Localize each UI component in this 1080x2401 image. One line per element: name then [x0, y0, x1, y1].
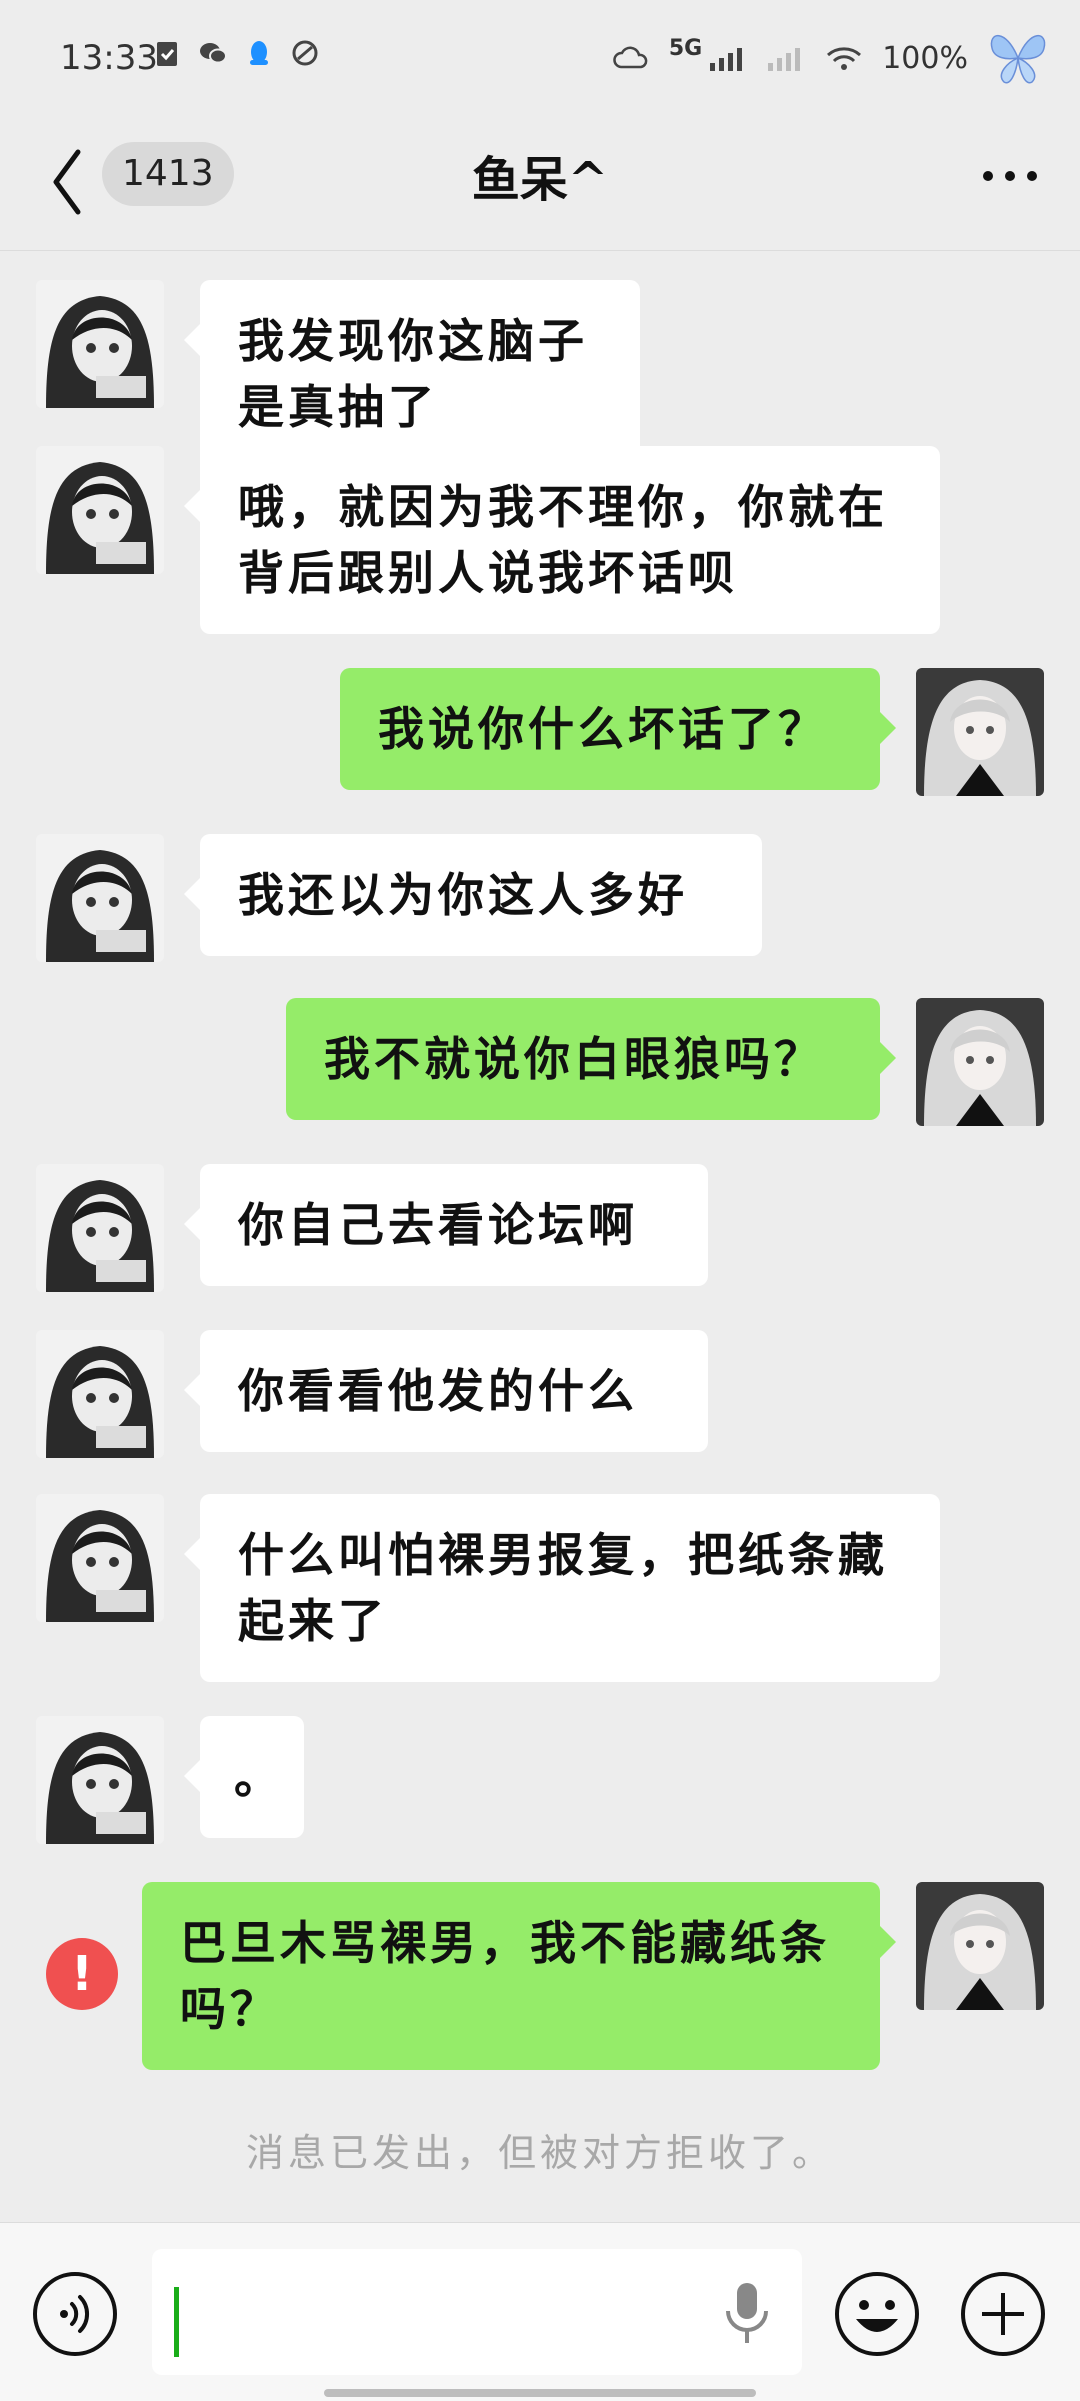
message-input[interactable] [152, 2249, 802, 2375]
message-list[interactable]: 我发现你这脑子是真抽了 哦，就因为我不理你，你就在背后跟别人说我坏话呗 我说你什… [0, 250, 1080, 2220]
voice-mode-icon[interactable] [32, 2271, 118, 2357]
incoming-message-bubble[interactable]: 你看看他发的什么 [184, 1330, 708, 1452]
butterfly-icon [990, 34, 1046, 84]
network-type: 5G [668, 35, 703, 61]
status-time: 13:33 [60, 38, 158, 78]
outgoing-message-bubble[interactable]: 我不就说你白眼狼吗？ [286, 998, 896, 1120]
qq-icon [250, 41, 268, 65]
system-notice: 消息已发出，但被对方拒收了。 [245, 2131, 834, 2175]
my-avatar[interactable] [916, 998, 1044, 1126]
my-avatar[interactable] [916, 668, 1044, 796]
incoming-message-bubble[interactable]: 。 [184, 1716, 304, 1838]
contact-avatar[interactable] [36, 1164, 164, 1292]
battery-level: 100% [882, 40, 968, 76]
chat-header: 1413 鱼呆^ [0, 120, 1080, 251]
status-right: 5G 100% [611, 28, 1050, 88]
chat-title: 鱼呆^ [471, 152, 609, 208]
wechat-icon [200, 43, 227, 64]
plus-icon[interactable] [960, 2271, 1046, 2357]
contact-avatar[interactable] [36, 1494, 164, 1622]
wifi-icon [827, 47, 862, 70]
send-failed-icon[interactable]: ! [46, 1938, 118, 2010]
contact-avatar[interactable] [36, 834, 164, 962]
incoming-message-bubble[interactable]: 哦，就因为我不理你，你就在背后跟别人说我坏话呗 [184, 446, 940, 634]
microphone-icon[interactable] [722, 2279, 772, 2349]
contact-avatar[interactable] [36, 280, 164, 408]
incoming-message-bubble[interactable]: 我发现你这脑子是真抽了 [184, 280, 640, 468]
signal-icon [710, 48, 743, 71]
my-avatar[interactable] [916, 1882, 1044, 2010]
emoji-icon[interactable] [834, 2271, 920, 2357]
incoming-message-bubble[interactable]: 你自己去看论坛啊 [184, 1164, 708, 1286]
cloud-icon [613, 46, 648, 69]
outgoing-message-bubble[interactable]: 我说你什么坏话了？ [340, 668, 896, 790]
outgoing-message-bubble[interactable]: 巴旦木骂裸男，我不能藏纸条吗？ [142, 1882, 896, 2070]
incoming-message-bubble[interactable]: 我还以为你这人多好 [184, 834, 762, 956]
clipboard-icon [157, 42, 177, 66]
home-indicator[interactable] [324, 2389, 756, 2397]
incoming-message-bubble[interactable]: 什么叫怕裸男报复，把纸条藏起来了 [184, 1494, 940, 1682]
status-bar: 13:33 5G 100% [0, 0, 1080, 120]
input-bar [0, 2222, 1080, 2401]
text-cursor [174, 2287, 179, 2357]
link-icon [292, 40, 318, 66]
contact-avatar[interactable] [36, 1716, 164, 1844]
status-notification-icons [152, 38, 320, 68]
signal-2-icon [768, 48, 801, 71]
contact-avatar[interactable] [36, 1330, 164, 1458]
more-options-icon[interactable] [980, 166, 1040, 186]
contact-avatar[interactable] [36, 446, 164, 574]
